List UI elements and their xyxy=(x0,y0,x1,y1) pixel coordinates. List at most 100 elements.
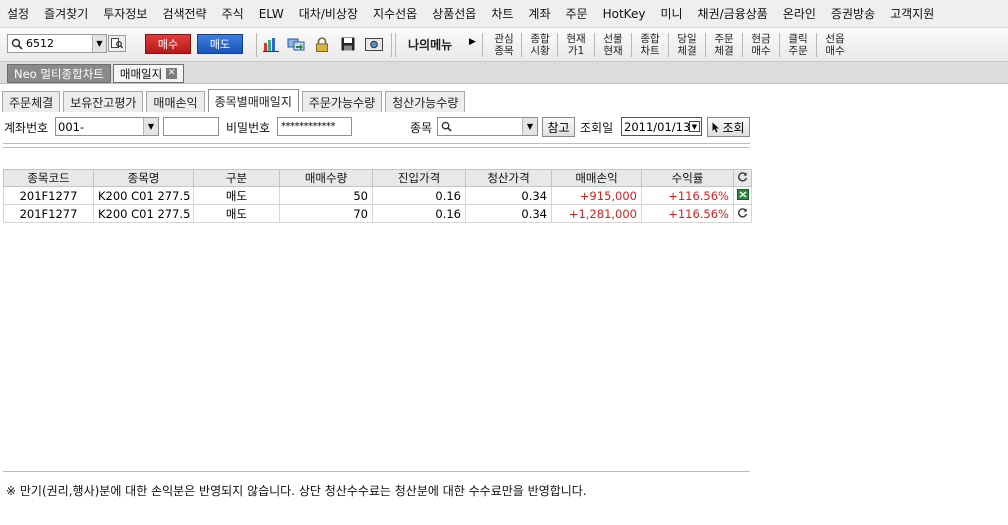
stock-code-value[interactable]: 6512 xyxy=(26,37,92,50)
cell-name: K200 C01 277.5 xyxy=(93,204,194,223)
export-excel-icon[interactable] xyxy=(733,186,752,205)
menu-item-support[interactable]: 고객지원 xyxy=(883,5,942,22)
toolbar-separator xyxy=(482,33,483,57)
cell-quantity: 70 xyxy=(279,204,373,223)
quick-option-buy-button[interactable]: 선옵 매수 xyxy=(817,32,853,58)
account-label: 계좌번호 xyxy=(4,121,49,135)
account-name-field xyxy=(163,117,219,136)
bar-chart-icon[interactable] xyxy=(262,35,280,53)
col-header-name[interactable]: 종목명 xyxy=(93,169,194,187)
menu-item-search-strategy[interactable]: 검색전략 xyxy=(155,5,214,22)
menu-item-settings[interactable]: 설정 xyxy=(0,5,37,22)
tab-trading-pnl[interactable]: 매매손익 xyxy=(146,91,205,112)
my-menu-button[interactable]: 나의메뉴 xyxy=(408,36,452,53)
quick-chart-button[interactable]: 종합 차트 xyxy=(632,32,668,58)
quick-watchlist-button[interactable]: 관심 종목 xyxy=(486,32,522,58)
chevron-right-icon[interactable]: ▶ xyxy=(469,37,476,47)
lock-icon[interactable] xyxy=(313,35,331,53)
col-header-return[interactable]: 수익률 xyxy=(641,169,734,187)
cell-return: +116.56% xyxy=(641,186,734,205)
account-value[interactable]: 001- xyxy=(56,120,143,134)
quick-click-order-button[interactable]: 클릭 주문 xyxy=(780,32,816,58)
cell-exit-price: 0.34 xyxy=(465,186,552,205)
account-select[interactable]: 001- ▼ xyxy=(55,117,159,136)
window-tab-multi-chart[interactable]: Neo 멀티종합차트 xyxy=(7,64,111,83)
quick-futures-current-button[interactable]: 선물 현재 xyxy=(595,32,631,58)
menu-item-account[interactable]: 계좌 xyxy=(521,5,558,22)
cell-side: 매도 xyxy=(193,204,280,223)
chevron-down-icon[interactable]: ▼ xyxy=(689,121,700,132)
quick-market-summary-button[interactable]: 종합 시황 xyxy=(522,32,558,58)
page-tab-bar: 주문체결 보유잔고평가 매매손익 종목별매매일지 주문가능수량 청산가능수량 xyxy=(0,89,468,112)
table-header-row: 종목코드 종목명 구분 매매수량 진입가격 청산가격 매매손익 수익률 xyxy=(3,169,752,187)
cell-pnl: +915,000 xyxy=(551,186,642,205)
tab-holdings-valuation[interactable]: 보유잔고평가 xyxy=(63,91,144,112)
screen-capture-icon[interactable] xyxy=(365,35,383,53)
footer-note: ※ 만기(권리,행사)분에 대한 손익분은 반영되지 않습니다. 상단 청산수수… xyxy=(6,484,587,498)
query-date-field[interactable]: 2011/01/13 ▼ xyxy=(621,117,702,136)
sell-button[interactable]: 매도 xyxy=(197,34,243,54)
col-header-exit-price[interactable]: 청산가격 xyxy=(465,169,552,187)
menu-item-hotkey[interactable]: HotKey xyxy=(596,7,654,21)
trade-journal-table: 종목코드 종목명 구분 매매수량 진입가격 청산가격 매매손익 수익률 201F… xyxy=(3,169,752,223)
refresh-icon[interactable] xyxy=(733,169,752,187)
menu-item-invest-info[interactable]: 투자정보 xyxy=(96,5,155,22)
chevron-down-icon[interactable]: ▼ xyxy=(92,35,106,52)
quick-today-fills-button[interactable]: 당일 체결 xyxy=(669,32,705,58)
toolbar-separator xyxy=(391,33,392,57)
symbol-label: 종목 xyxy=(410,121,433,135)
menu-item-elw[interactable]: ELW xyxy=(252,7,292,21)
symbol-select[interactable]: ▼ xyxy=(437,117,538,136)
menu-item-favorites[interactable]: 즐겨찾기 xyxy=(37,5,96,22)
col-header-side[interactable]: 구분 xyxy=(193,169,280,187)
save-icon[interactable] xyxy=(339,35,357,53)
quick-cash-buy-button[interactable]: 현금 매수 xyxy=(743,32,779,58)
stock-code-combo[interactable]: 6512 ▼ xyxy=(7,34,107,53)
tab-orderable-qty[interactable]: 주문가능수량 xyxy=(301,91,383,112)
window-tab-bar: Neo 멀티종합차트 매매일지 ✕ xyxy=(0,62,1008,84)
transfer-icon[interactable] xyxy=(287,35,305,53)
cell-exit-price: 0.34 xyxy=(465,204,552,223)
cell-entry-price: 0.16 xyxy=(372,186,466,205)
tab-liquidatable-qty[interactable]: 청산가능수량 xyxy=(385,91,466,112)
quick-order-fills-button[interactable]: 주문 체결 xyxy=(706,32,742,58)
buy-button[interactable]: 매수 xyxy=(145,34,191,54)
col-header-code[interactable]: 종목코드 xyxy=(3,169,94,187)
menu-item-online[interactable]: 온라인 xyxy=(776,5,824,22)
tab-order-fills[interactable]: 주문체결 xyxy=(2,91,61,112)
footer-divider xyxy=(3,471,750,472)
menu-item-mini[interactable]: 미니 xyxy=(653,5,690,22)
menu-item-lending[interactable]: 대차/비상장 xyxy=(292,5,366,22)
query-date-value[interactable]: 2011/01/13 xyxy=(624,120,690,134)
cursor-icon xyxy=(712,122,720,133)
close-icon[interactable]: ✕ xyxy=(166,68,178,79)
menu-item-stock[interactable]: 주식 xyxy=(215,5,252,22)
summary-divider xyxy=(3,143,750,144)
chevron-down-icon[interactable]: ▼ xyxy=(522,118,537,135)
table-row[interactable]: 201F1277 K200 C01 277.5 매도 70 0.16 0.34 … xyxy=(3,204,752,223)
cell-return: +116.56% xyxy=(641,204,734,223)
search-icon xyxy=(8,35,26,52)
quick-current-price-button[interactable]: 현재 가1 xyxy=(558,32,594,58)
chevron-down-icon[interactable]: ▼ xyxy=(143,118,158,135)
query-button-label: 조회 xyxy=(722,120,745,135)
menu-item-chart[interactable]: 차트 xyxy=(484,5,521,22)
reference-button[interactable]: 참고 xyxy=(542,117,575,137)
menu-item-bonds[interactable]: 채권/금융상품 xyxy=(691,5,776,22)
menu-item-broadcast[interactable]: 증권방송 xyxy=(824,5,883,22)
window-tab-trade-journal[interactable]: 매매일지 ✕ xyxy=(112,64,185,83)
refresh-icon[interactable] xyxy=(733,204,752,223)
col-header-entry-price[interactable]: 진입가격 xyxy=(372,169,466,187)
menu-item-order[interactable]: 주문 xyxy=(559,5,596,22)
password-label: 비밀번호 xyxy=(226,121,271,135)
tab-per-symbol-journal[interactable]: 종목별매매일지 xyxy=(207,89,299,112)
menu-item-index-futures[interactable]: 지수선옵 xyxy=(366,5,425,22)
col-header-quantity[interactable]: 매매수량 xyxy=(279,169,373,187)
query-button[interactable]: 조회 xyxy=(707,117,750,137)
col-header-pnl[interactable]: 매매손익 xyxy=(551,169,642,187)
table-row[interactable]: 201F1277 K200 C01 277.5 매도 50 0.16 0.34 … xyxy=(3,186,752,205)
code-lookup-icon[interactable] xyxy=(108,35,126,52)
password-field[interactable]: ************ xyxy=(277,117,352,136)
main-menu-bar: 설정 즐겨찾기 투자정보 검색전략 주식 ELW 대차/비상장 지수선옵 상품선… xyxy=(0,0,1008,28)
menu-item-commodity-futures[interactable]: 상품선옵 xyxy=(425,5,484,22)
